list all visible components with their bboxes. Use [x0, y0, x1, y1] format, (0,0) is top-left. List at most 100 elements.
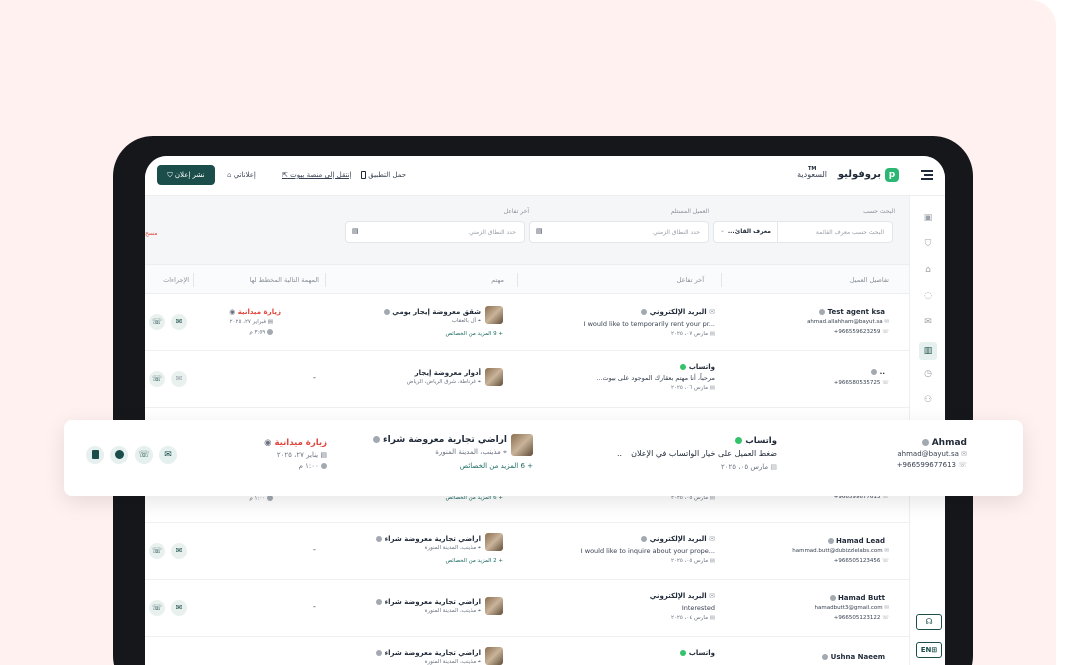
- email-action-button[interactable]: ✉: [171, 543, 187, 559]
- interaction-channel: واتساب: [680, 363, 715, 371]
- client-name: Hamad Butt: [829, 594, 885, 602]
- client-email: ahmad.allahham@bayut.sa ✉: [807, 319, 889, 325]
- client-name: Ushna Naeem: [822, 653, 885, 661]
- external-link-icon: ⇱: [282, 171, 288, 179]
- publish-listing-button[interactable]: نشر إعلان ⛉: [157, 165, 215, 185]
- task-date: ▤ فبراير ٢٧، ٢٠٢٥: [229, 319, 273, 325]
- receiving-client-label: العميل المستلم: [670, 208, 709, 215]
- dashboard-icon[interactable]: ▣: [922, 212, 934, 224]
- house-icon: ⌂: [227, 171, 232, 179]
- document-icon: [91, 450, 99, 459]
- search-input[interactable]: البحث حسب معرف القائمة معرف القائ... ⌄: [713, 221, 893, 243]
- shield-plus-icon: ⛉: [167, 171, 173, 179]
- whatsapp-action-button[interactable]: [110, 446, 128, 464]
- mail-icon[interactable]: ✉: [922, 316, 934, 328]
- date-range-input-1[interactable]: حدد النطاق الزمني ▤: [529, 221, 709, 243]
- interaction-date: ▤ مارس ٠٧، ٢٠٢٥: [671, 331, 715, 337]
- message-ellipsis: ..: [617, 449, 623, 458]
- property-location: ⌖ مذينب، المدينة المنورة: [435, 448, 507, 456]
- date-range-placeholder-2: حدد النطاق الزمني: [469, 229, 516, 236]
- client-email: hamadbutt3@gmail.com ✉: [814, 605, 890, 611]
- property-title[interactable]: اراضي تجارية معروضة شراء: [376, 535, 481, 543]
- clear-filters-link[interactable]: مسح: [145, 230, 157, 237]
- shield-icon[interactable]: ⛉: [922, 238, 934, 250]
- clock-icon[interactable]: ◷: [922, 368, 934, 380]
- col-next-task: المهمة التالية المخطط لها: [249, 276, 319, 284]
- interaction-message: مرحباً، أنا مهتم بعقارك الموجود على بيوت…: [596, 374, 715, 382]
- brand-name: بروفوليو: [837, 169, 881, 180]
- task-title: زيارة ميدانية ◉: [229, 308, 281, 316]
- search-placeholder: البحث حسب معرف القائمة: [815, 229, 884, 236]
- more-properties-link[interactable]: + 2 المزيد من الخصائص: [445, 558, 503, 564]
- language-button[interactable]: EN⊞: [916, 642, 942, 658]
- country-label: السعودية: [797, 170, 827, 179]
- property-title[interactable]: اراضي تجارية معروضة شراء: [376, 598, 481, 606]
- property-title[interactable]: شقق معروضة إيجار يومي: [383, 308, 481, 316]
- call-action-button[interactable]: ☏: [149, 314, 165, 330]
- translate-icon: ⊞: [931, 646, 938, 654]
- table-row[interactable]: .. +966580535725 ☏ واتساب مرحباً، أنا مه…: [145, 351, 909, 408]
- call-action-button[interactable]: ☏: [149, 543, 165, 559]
- interaction-date: ▤ مارس ٠٥، ٢٠٢٥: [671, 558, 715, 564]
- call-action-button[interactable]: ☏: [149, 371, 165, 387]
- property-title[interactable]: اراضي تجارية معروضة شراء: [372, 435, 507, 445]
- chevron-down-icon: ⌄: [720, 227, 726, 234]
- bayut-link[interactable]: إنتقل إلى منصة بيوت ⇱: [282, 171, 352, 179]
- task-date: ▤ يناير ٢٧، ٢٠٢٥: [276, 451, 327, 459]
- client-name: ..: [871, 368, 885, 376]
- col-divider: [193, 273, 194, 287]
- email-action-button[interactable]: ✉: [159, 446, 177, 464]
- col-divider: [517, 273, 518, 287]
- client-phone: +966505123456 ☏: [833, 558, 889, 564]
- home-icon[interactable]: ⌂: [922, 264, 934, 276]
- my-listings-link[interactable]: إعلاناتي ⌂: [227, 171, 256, 179]
- download-app-link[interactable]: حمل التطبيق: [361, 171, 406, 179]
- document-action-button[interactable]: [86, 446, 104, 464]
- interaction-message: ضغط العميل على خيار الواتساب في الإعلان: [631, 449, 777, 458]
- property-location: ⌖ مذينب، المدينة المنورة: [424, 608, 481, 614]
- property-location: ⌖ آل بالعقاب: [451, 318, 481, 324]
- leads-icon[interactable]: ▥: [919, 342, 937, 360]
- task-empty: -: [313, 602, 316, 611]
- headset-icon: ☊: [925, 617, 933, 626]
- last-interaction-label: آخر تفاعل: [503, 208, 529, 215]
- email-action-button[interactable]: ✉: [171, 314, 187, 330]
- col-divider: [721, 273, 722, 287]
- more-properties-link[interactable]: + 9 المزيد من الخصائص: [445, 331, 503, 337]
- call-action-button[interactable]: ☏: [149, 600, 165, 616]
- interaction-channel: ✉ البريد الإلكتروني: [641, 308, 715, 316]
- interaction-date: ▤ مارس ٠٤، ٢٠٢٥: [671, 615, 715, 621]
- table-row[interactable]: Test agent ksa ahmad.allahham@bayut.sa ✉…: [145, 294, 909, 351]
- more-properties-link[interactable]: + 6 المزيد من الخصائص: [460, 462, 533, 470]
- property-location: ⌖ مذينب، المدينة المنورة: [424, 545, 481, 551]
- table-header: تفاصيل العميل آخر تفاعل مهتم المهمة التا…: [145, 264, 909, 294]
- client-email: hammad.butt@dubizzlelabs.com ✉: [792, 548, 889, 554]
- task-title: زيارة ميدانية ◉: [264, 438, 327, 448]
- property-location: ⌖ غرناطة، شرق الرياض، الرياض: [406, 379, 481, 385]
- status-dot: [819, 309, 826, 315]
- interaction-channel: واتساب: [735, 436, 777, 446]
- menu-icon[interactable]: [921, 170, 933, 180]
- call-action-button[interactable]: ☏: [135, 446, 153, 464]
- toggle-icon[interactable]: ◌: [922, 290, 934, 302]
- date-range-placeholder-1: حدد النطاق الزمني: [653, 229, 700, 236]
- date-range-input-2[interactable]: حدد النطاق الزمني ▤: [345, 221, 525, 243]
- col-client-details: تفاصيل العميل: [849, 276, 889, 284]
- calendar-icon: ▤: [536, 227, 543, 235]
- interaction-channel: ✉ البريد الإلكتروني: [641, 535, 715, 543]
- table-row[interactable]: Ushna Naeem واتساب اراضي تجارية معروضة ش…: [145, 637, 909, 665]
- whatsapp-icon: [114, 450, 124, 459]
- property-thumbnail: [485, 597, 503, 615]
- table-row[interactable]: Hamad Lead hammad.butt@dubizzlelabs.com …: [145, 523, 909, 580]
- property-title[interactable]: أدوار معروضة إيجار: [415, 369, 481, 377]
- table-row[interactable]: Hamad Butt hamadbutt3@gmail.com ✉ +96650…: [145, 580, 909, 637]
- email-action-button[interactable]: ✉: [171, 600, 187, 616]
- support-button[interactable]: ☊: [916, 614, 942, 630]
- client-email: ahmad@bayut.sa ✉: [897, 450, 967, 458]
- search-select[interactable]: معرف القائ... ⌄: [714, 222, 778, 242]
- highlighted-lead-card[interactable]: Ahmad ahmad@bayut.sa ✉ +966599677613 ☏ و…: [64, 420, 1023, 496]
- property-title[interactable]: اراضي تجارية معروضة شراء: [376, 649, 481, 657]
- users-icon[interactable]: ⚇: [922, 394, 934, 406]
- task-empty: -: [313, 373, 316, 382]
- email-action-button[interactable]: ✉: [171, 371, 187, 387]
